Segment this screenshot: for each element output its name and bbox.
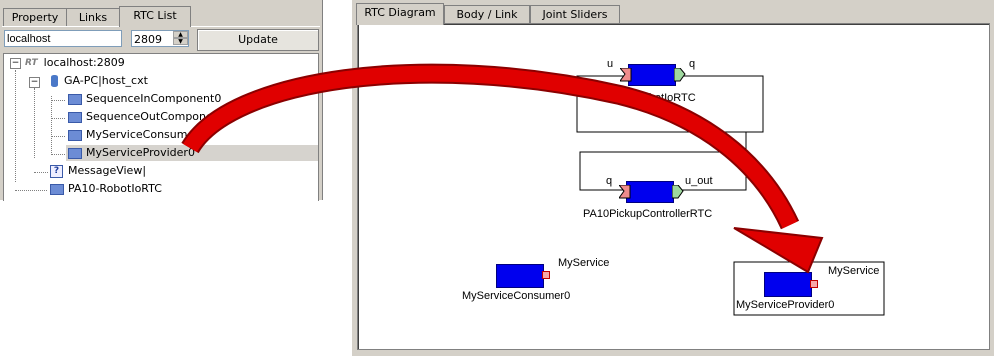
consumer-component-name: MyServiceConsumer0 <box>462 290 571 302</box>
outport-icon[interactable] <box>672 185 684 199</box>
tree-item-component[interactable]: MyServiceConsumer0 <box>68 127 206 143</box>
robot-component-name: PA10-RobotIoRTC <box>605 92 696 104</box>
update-button[interactable]: Update <box>197 29 319 51</box>
component-icon <box>68 147 82 159</box>
tree-item-label: MyServiceConsumer0 <box>86 128 206 141</box>
tab-body-link[interactable]: Body / Link <box>444 5 530 24</box>
service-port-icon[interactable] <box>542 271 550 279</box>
collapse-icon[interactable]: − <box>29 77 40 88</box>
tree-item-naming-context[interactable]: GA-PC|host_cxt <box>51 73 148 89</box>
component-icon <box>68 129 82 141</box>
tree-item-label: SequenceInComponent0 <box>86 92 222 105</box>
component-icon <box>50 183 64 195</box>
tree-connector <box>51 154 65 155</box>
controller-component-block[interactable] <box>626 181 674 203</box>
tree-item-component[interactable]: SequenceOutComponent0 <box>68 109 231 125</box>
robot-component-block[interactable] <box>628 64 676 86</box>
tree-item-label: SequenceOutComponent0 <box>86 110 232 123</box>
tree-item-robot[interactable]: PA10-RobotIoRTC <box>50 181 162 197</box>
port-stepper[interactable]: ▲ ▼ <box>173 31 188 46</box>
host-input[interactable]: localhost <box>4 30 122 47</box>
tree-connector <box>34 88 35 158</box>
tree-item-label: MyServiceProvider0 <box>86 146 195 159</box>
service-port-icon[interactable] <box>810 280 818 288</box>
inport-icon[interactable] <box>620 68 632 82</box>
rtc-tree[interactable]: − RT localhost:2809 − GA-PC|host_cxt Sequ… <box>3 53 319 201</box>
tree-item-label: GA-PC|host_cxt <box>64 74 148 87</box>
tree-connector <box>51 100 65 101</box>
consumer-component-block[interactable] <box>496 264 544 288</box>
tab-rtc-list[interactable]: RTC List <box>119 6 191 27</box>
tree-item-component-selected[interactable]: MyServiceProvider0 <box>66 145 318 161</box>
robot-out-port-label: q <box>689 58 696 70</box>
rt-icon: RT <box>25 58 38 68</box>
tab-links[interactable]: Links <box>66 8 120 26</box>
provider-component-block[interactable] <box>764 272 812 297</box>
tree-connector <box>51 136 65 137</box>
controller-component-name: PA10PickupControllerRTC <box>583 208 713 220</box>
tree-connector <box>51 118 65 119</box>
tree-connector <box>15 190 47 191</box>
tree-item-label: PA10-RobotIoRTC <box>68 182 162 195</box>
diagram-panel: RTC Diagram Body / Link Joint Sliders u … <box>352 0 994 356</box>
tree-item-label: localhost:2809 <box>43 56 125 69</box>
stepper-down-icon[interactable]: ▼ <box>173 38 188 45</box>
tree-item-label: MessageView| <box>68 164 147 177</box>
provider-component-name: MyServiceProvider0 <box>736 299 835 311</box>
tree-connector <box>51 96 52 155</box>
tab-rtc-diagram[interactable]: RTC Diagram <box>356 3 444 25</box>
tree-connector <box>34 172 48 173</box>
provider-port-label: MyService <box>828 265 880 277</box>
rtc-diagram-canvas[interactable]: u q PA10-RobotIoRTC q u_out PA10PickupCo… <box>357 23 990 350</box>
tree-item-root[interactable]: RT localhost:2809 <box>25 55 125 71</box>
robot-in-port-label: u <box>607 58 614 70</box>
tab-property[interactable]: Property <box>3 8 67 26</box>
component-icon <box>68 93 82 105</box>
collapse-icon[interactable]: − <box>10 58 21 69</box>
tree-item-component[interactable]: SequenceInComponent0 <box>68 91 221 107</box>
tree-connector <box>15 70 16 182</box>
naming-context-icon <box>51 75 58 87</box>
tab-joint-sliders[interactable]: Joint Sliders <box>530 5 620 24</box>
rtc-list-panel: Property Links RTC List localhost 2809 ▲… <box>0 0 323 201</box>
stepper-up-icon[interactable]: ▲ <box>173 31 188 38</box>
consumer-port-label: MyService <box>558 257 610 269</box>
controller-in-port-label: q <box>606 175 613 187</box>
tree-item-message-view[interactable]: ? MessageView| <box>50 163 146 179</box>
outport-icon[interactable] <box>674 68 686 82</box>
controller-out-port-label: u_out <box>685 175 713 187</box>
component-icon <box>68 111 82 123</box>
question-icon: ? <box>50 164 63 178</box>
inport-icon[interactable] <box>619 185 631 199</box>
